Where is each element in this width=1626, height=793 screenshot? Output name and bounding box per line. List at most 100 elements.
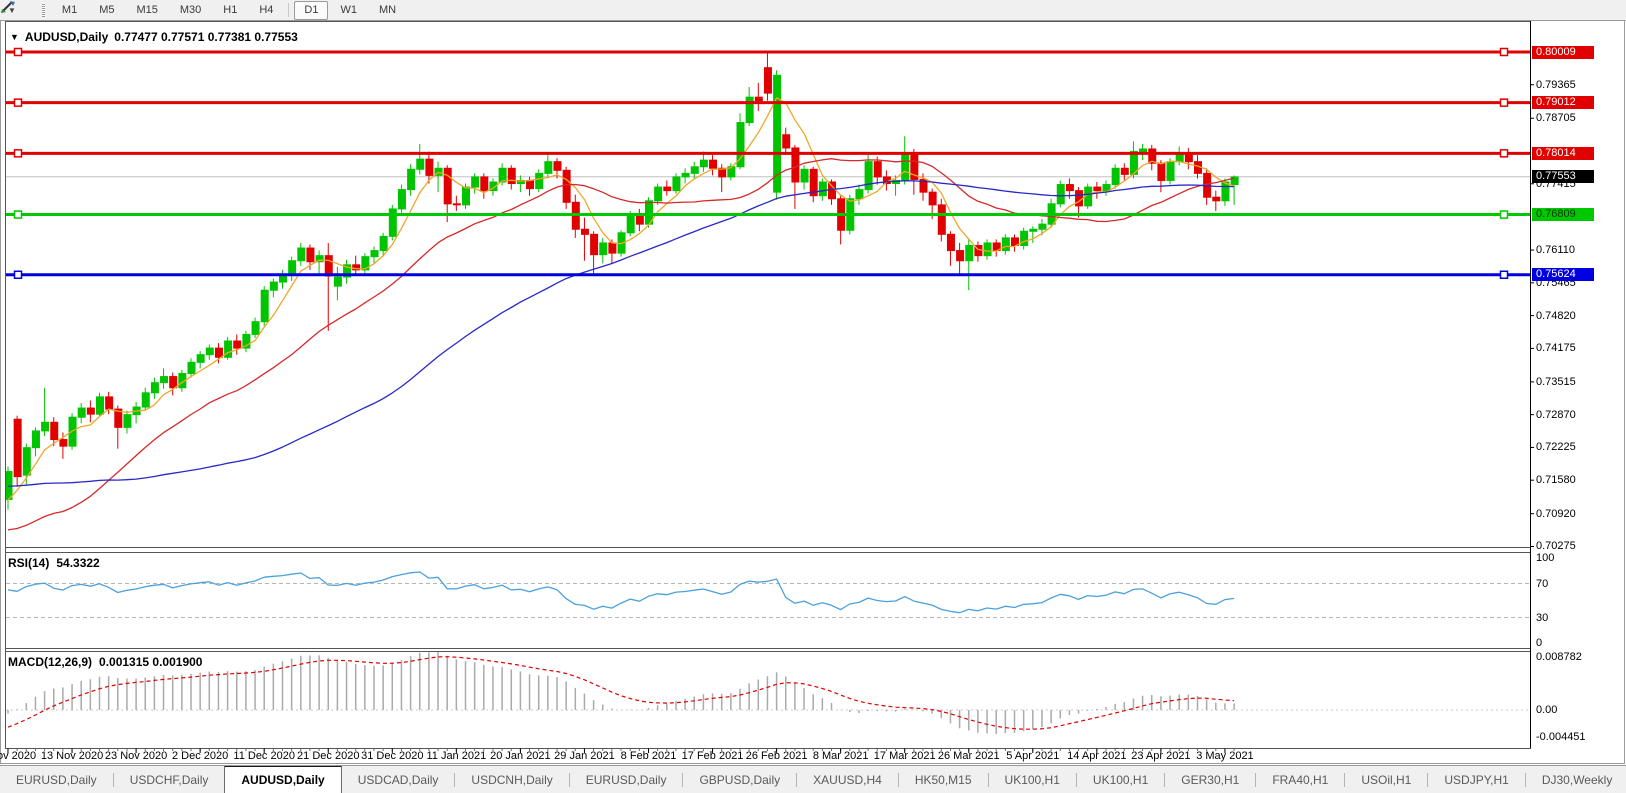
- date-axis-label: 13 Nov 2020: [41, 750, 103, 762]
- hline-handle[interactable]: [1501, 150, 1508, 157]
- macd-tick-label: -0.004451: [1536, 731, 1586, 743]
- price-tick-label: 0.74820: [1536, 310, 1576, 322]
- candle: [1039, 224, 1046, 229]
- symbol-tab-uk100-h1[interactable]: UK100,H1: [1077, 766, 1164, 793]
- candle: [655, 187, 662, 201]
- hline-handle[interactable]: [15, 49, 22, 56]
- candle: [591, 234, 598, 254]
- symbol-tab-eurusd-daily[interactable]: EURUSD,Daily: [570, 766, 683, 793]
- rsi-tick-label: 100: [1536, 552, 1554, 564]
- collapse-icon[interactable]: ▼: [10, 32, 19, 42]
- candle: [1121, 168, 1128, 174]
- date-axis-label: 26 Mar 2021: [938, 750, 1000, 762]
- candle: [289, 261, 296, 275]
- candle: [938, 205, 945, 234]
- candle: [298, 248, 305, 261]
- candle: [829, 182, 836, 199]
- candle: [151, 383, 158, 393]
- candle: [87, 408, 94, 414]
- candle: [700, 160, 707, 167]
- candle: [215, 348, 222, 357]
- date-axis-label: 23 Apr 2021: [1131, 750, 1190, 762]
- date-axis-label: 26 Feb 2021: [746, 750, 808, 762]
- candle: [124, 415, 131, 428]
- candle: [426, 159, 433, 175]
- candle: [865, 162, 872, 190]
- symbol-tab-usdjpy-h1[interactable]: USDJPY,H1: [1428, 766, 1524, 793]
- candle: [5, 472, 12, 500]
- rsi-pane-label: RSI(14) 54.3322: [8, 556, 100, 570]
- chart-symbol-label: AUDUSD,Daily: [25, 30, 108, 44]
- symbol-tab-audusd-daily[interactable]: AUDUSD,Daily: [224, 765, 341, 793]
- price-tick-label: 0.79365: [1536, 79, 1576, 91]
- hline-handle[interactable]: [15, 211, 22, 218]
- symbol-tab-usdchf-daily[interactable]: USDCHF,Daily: [114, 766, 225, 793]
- price-tick-label: 0.73515: [1536, 376, 1576, 388]
- candle: [527, 180, 534, 188]
- level-price-tag: 0.76809: [1532, 208, 1594, 221]
- symbol-tab-usdcnh-daily[interactable]: USDCNH,Daily: [455, 766, 568, 793]
- candle: [819, 182, 826, 196]
- chart-title: ▼ AUDUSD,Daily 0.77477 0.77571 0.77381 0…: [10, 30, 298, 44]
- symbol-tab-uk100-h1[interactable]: UK100,H1: [989, 766, 1076, 793]
- candle: [389, 209, 396, 236]
- hline-handle[interactable]: [15, 271, 22, 278]
- macd-values: 0.001315 0.001900: [99, 655, 202, 669]
- candle: [334, 277, 341, 286]
- price-tick-label: 0.71580: [1536, 474, 1576, 486]
- rsi-value: 54.3322: [56, 556, 99, 570]
- level-price-tag: 0.75624: [1532, 268, 1594, 281]
- date-axis-label: 4 Nov 2020: [0, 750, 36, 762]
- candle: [234, 341, 241, 348]
- price-tick-label: 0.76110: [1536, 244, 1575, 256]
- candle: [78, 408, 85, 417]
- candle: [966, 245, 973, 260]
- date-axis-label: 3 May 2021: [1196, 750, 1253, 762]
- symbol-tab-hk50-m15[interactable]: HK50,M15: [899, 766, 988, 793]
- date-axis-label: 17 Feb 2021: [682, 750, 744, 762]
- rsi-tick-label: 30: [1536, 612, 1548, 624]
- level-price-tag: 0.79012: [1532, 96, 1594, 109]
- candle: [902, 154, 909, 180]
- macd-pane[interactable]: [6, 652, 1530, 734]
- hline-handle[interactable]: [15, 99, 22, 106]
- candle: [563, 170, 570, 202]
- candle: [1158, 163, 1165, 180]
- candle: [252, 322, 259, 335]
- price-tick-label: 0.70920: [1536, 508, 1576, 520]
- candle: [874, 162, 881, 177]
- candle: [1076, 191, 1083, 206]
- hline-handle[interactable]: [1501, 271, 1508, 278]
- symbol-tab-ger30-h1[interactable]: GER30,H1: [1165, 766, 1255, 793]
- candle: [32, 431, 39, 448]
- hline-handle[interactable]: [1501, 211, 1508, 218]
- symbol-tab-eurusd-daily[interactable]: EURUSD,Daily: [0, 766, 113, 793]
- symbol-tab-usdcad-daily[interactable]: USDCAD,Daily: [342, 766, 455, 793]
- candle: [69, 417, 76, 446]
- level-price-tag: 0.78014: [1532, 147, 1594, 160]
- macd-tick-label: 0.008782: [1536, 651, 1582, 663]
- rsi-pane[interactable]: [6, 572, 1530, 618]
- candle: [325, 256, 332, 276]
- price-pane[interactable]: [5, 49, 1530, 530]
- candle: [1140, 149, 1147, 152]
- hline-handle[interactable]: [1501, 99, 1508, 106]
- symbol-tab-dj30-weekly[interactable]: DJ30,Weekly: [1526, 766, 1626, 793]
- symbol-tab-gbpusd-daily[interactable]: GBPUSD,Daily: [683, 766, 796, 793]
- symbol-tab-usoil-h1[interactable]: USOil,H1: [1345, 766, 1427, 793]
- candle: [755, 97, 762, 101]
- candle: [307, 248, 314, 262]
- symbol-tab-xauusd-h4[interactable]: XAUUSD,H4: [797, 766, 898, 793]
- hline-handle[interactable]: [1501, 49, 1508, 56]
- symbol-tab-fra40-h1[interactable]: FRA40,H1: [1256, 766, 1344, 793]
- candle: [1066, 185, 1073, 191]
- candle: [691, 167, 698, 174]
- candle: [417, 159, 424, 169]
- candle: [801, 169, 808, 182]
- candle: [472, 177, 479, 187]
- candle: [106, 397, 113, 409]
- macd-pane-label: MACD(12,26,9) 0.001315 0.001900: [8, 655, 202, 669]
- candle: [783, 135, 790, 148]
- chart-canvas[interactable]: [0, 0, 1626, 792]
- hline-handle[interactable]: [15, 150, 22, 157]
